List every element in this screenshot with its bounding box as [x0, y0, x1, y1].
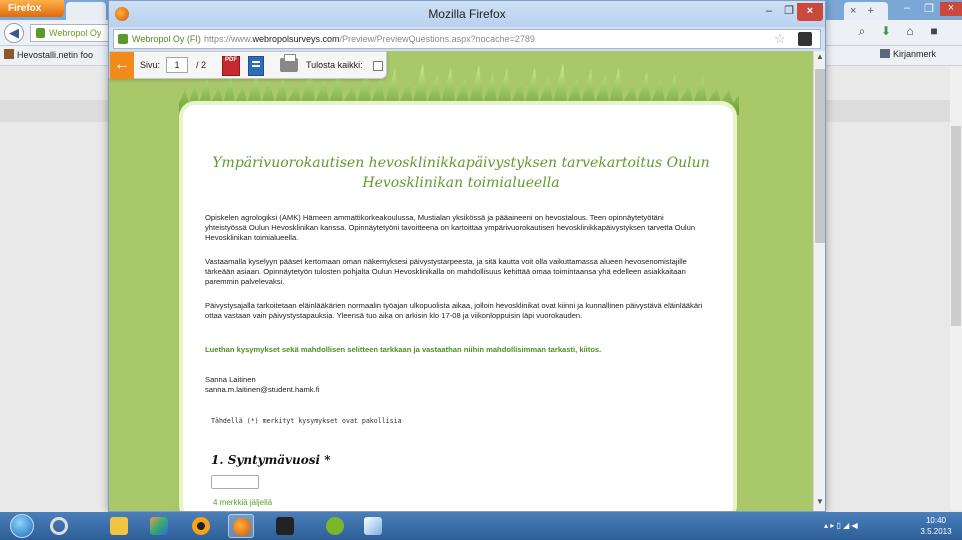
pdf-export-icon[interactable]: PDF [222, 56, 240, 76]
popup-window: Mozilla Firefox – ❐ × Webropol Oy (FI) h… [108, 0, 826, 512]
print-all-checkbox[interactable] [373, 61, 383, 71]
background-minimize-button[interactable]: – [896, 2, 918, 16]
author-email: sanna.m.laitinen@student.hamk.fi [205, 385, 320, 394]
url-text: https://www.webropolsurveys.com/Preview/… [204, 34, 535, 44]
popup-scrollbar[interactable]: ▲ ▼ [813, 51, 825, 511]
page-label: Sivu: [140, 60, 161, 70]
author-name: Sanna Laitinen [205, 375, 256, 384]
bookmark-star-icon[interactable]: ☆ [774, 31, 786, 47]
scroll-down-icon[interactable]: ▼ [814, 497, 826, 509]
taskbar-firefox-icon[interactable] [228, 514, 254, 538]
search-icon[interactable]: ⌕ [850, 24, 874, 39]
popup-minimize-button[interactable]: – [759, 3, 779, 21]
background-restore-button[interactable]: ❐ [918, 2, 940, 16]
popup-titlebar: Mozilla Firefox – ❐ × [109, 1, 825, 27]
bookmarks-menu[interactable]: Kirjanmerk [880, 49, 936, 59]
background-close-button[interactable]: × [940, 2, 962, 16]
intro-paragraph-2: Vastaamalla kyselyyn pääset kertomaan om… [205, 257, 687, 286]
background-tab[interactable] [66, 2, 106, 20]
taskbar-clock[interactable]: 10:40 3.5.2013 [916, 515, 956, 537]
tab-close-icon[interactable]: × [850, 5, 856, 17]
site-identity[interactable]: Webropol Oy (FI) [132, 34, 201, 44]
bookmarks-icon [880, 49, 890, 58]
print-all-label: Tulosta kaikki: [306, 60, 363, 70]
document-export-icon[interactable] [248, 56, 264, 76]
taskbar: ▴ ▸ ▯ ◢ ◀ 10:40 3.5.2013 [0, 512, 962, 540]
back-arrow-button[interactable]: ← [110, 52, 134, 79]
bookmark-favicon-icon [4, 49, 14, 59]
taskbar-app-icon[interactable] [272, 514, 298, 538]
birth-year-input[interactable] [211, 475, 259, 489]
background-scrollbar[interactable] [950, 66, 962, 510]
taskbar-media-icon[interactable] [188, 514, 214, 538]
background-nav-icons: ⌕ ⬇ ⌂ ■ [850, 24, 962, 42]
characters-left-hint: 4 merkkiä jäljellä [213, 498, 273, 507]
background-url-bar[interactable]: Webropol Oy [30, 24, 110, 42]
download-icon[interactable]: ⬇ [874, 24, 898, 38]
survey-page: ← Sivu: / 2 PDF Tulosta kaikki: Ympärivu… [109, 51, 813, 511]
background-scroll-thumb[interactable] [951, 126, 961, 326]
popup-close-button[interactable]: × [797, 3, 823, 21]
taskbar-explorer-icon[interactable] [106, 514, 132, 538]
back-button[interactable]: ◀ [4, 23, 24, 43]
taskbar-spotify-icon[interactable] [322, 514, 348, 538]
addon-icon[interactable] [798, 32, 812, 46]
instruction-text: Luethan kysymykset sekä mahdollisen seli… [205, 345, 602, 354]
page-number-input[interactable] [166, 57, 188, 73]
lock-icon [118, 34, 128, 44]
home-icon[interactable]: ⌂ [898, 24, 922, 38]
intro-paragraph-3: Päivystysajalla tarkoitetaan eläinlääkär… [205, 301, 703, 320]
scroll-up-icon[interactable]: ▲ [814, 52, 826, 64]
survey-title: Ympärivuorokautisen hevosklinikkapäivyst… [212, 155, 710, 191]
popup-url-bar[interactable]: Webropol Oy (FI) https://www.webropolsur… [113, 29, 821, 49]
required-fields-note: Tähdellä (*) merkityt kysymykset ovat pa… [211, 417, 402, 425]
addon-icon[interactable]: ■ [922, 24, 946, 38]
system-tray[interactable]: ▴ ▸ ▯ ◢ ◀ [824, 521, 858, 530]
question-1-title: 1. Syntymävuosi * [211, 453, 331, 467]
taskbar-paint-icon[interactable] [360, 514, 386, 538]
printer-icon[interactable] [280, 54, 298, 72]
background-tab-controls[interactable]: × + [844, 2, 888, 20]
background-url-site: Webropol Oy [49, 28, 102, 38]
page-total: / 2 [196, 60, 207, 70]
preview-toolbar: ← Sivu: / 2 PDF Tulosta kaikki: [109, 51, 387, 79]
taskbar-opera-icon[interactable] [46, 514, 72, 538]
new-tab-icon[interactable]: + [868, 5, 874, 17]
popup-maximize-button[interactable]: ❐ [779, 3, 799, 21]
taskbar-photos-icon[interactable] [146, 514, 172, 538]
firefox-menu-button[interactable]: Firefox [0, 0, 64, 17]
start-button[interactable] [10, 514, 34, 538]
intro-paragraph-1: Opiskelen agrologiksi (AMK) Hämeen ammat… [205, 213, 696, 242]
bookmark-hevostalli[interactable]: Hevostalli.netin foo [4, 49, 93, 60]
lock-icon [36, 28, 45, 38]
popup-title: Mozilla Firefox [428, 7, 506, 21]
survey-card: Ympärivuorokautisen hevosklinikkapäivyst… [179, 101, 737, 511]
popup-scroll-thumb[interactable] [815, 69, 825, 243]
